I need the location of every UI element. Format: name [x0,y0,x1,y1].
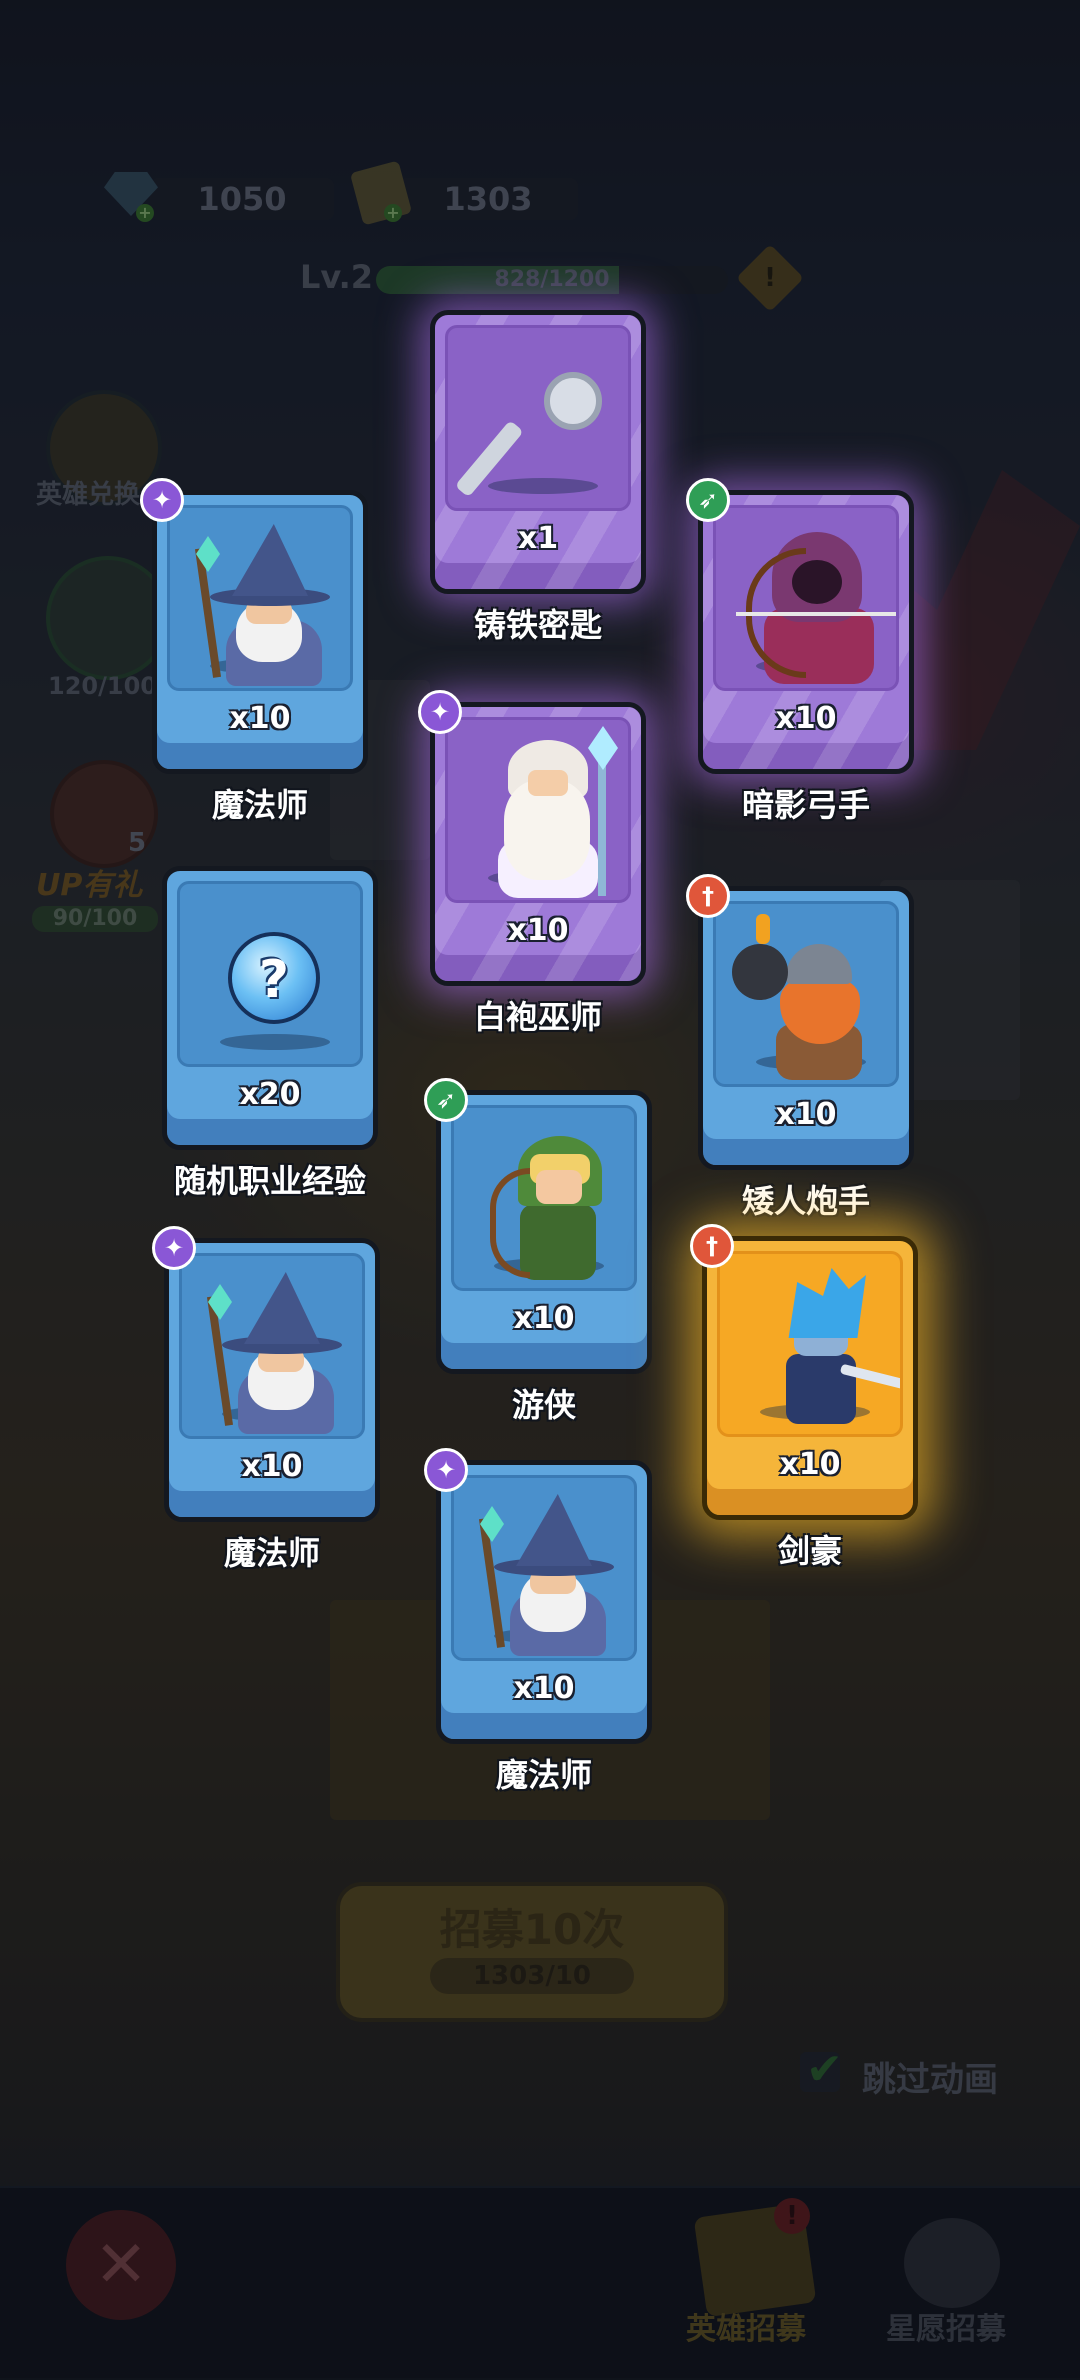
dwarf-gunner-portrait [713,901,899,1087]
wizard-portrait [179,1253,365,1439]
swordmaster-portrait [717,1251,903,1437]
shadow-archer-portrait [713,505,899,691]
mage-staff-icon: ✦ [152,1226,196,1270]
card-frame: x10 [430,702,646,986]
reward-name: 游侠 [511,1386,576,1424]
card-frame: x10 [702,1236,918,1520]
reward-quantity: x10 [779,1447,841,1482]
reward-name: 铸铁密匙 [473,606,602,644]
mage-staff-icon: ✦ [140,478,184,522]
reward-name: 魔法师 [495,1756,592,1794]
reward-quantity: x10 [241,1449,303,1484]
reward-name: 魔法师 [211,786,308,824]
card-frame: x10 [698,490,914,774]
mage-staff-icon: ✦ [424,1448,468,1492]
reward-name: 剑豪 [777,1532,842,1570]
card-frame: x10 [436,1090,652,1374]
reward-quantity: x20 [239,1077,301,1112]
ranger-bow-icon: ➶ [424,1078,468,1122]
card-frame: x1 [430,310,646,594]
warrior-sword-icon: † [690,1224,734,1268]
reward-quantity: x10 [775,701,837,736]
mystery-orb-icon: ? [177,881,363,1067]
warrior-sword-icon: † [686,874,730,918]
reward-quantity: x1 [517,521,559,556]
reward-quantity: x10 [229,701,291,736]
reward-quantity: x10 [507,913,569,948]
reward-name: 暗影弓手 [741,786,870,824]
white-robe-wizard-portrait [445,717,631,903]
card-frame: x10 [152,490,368,774]
wizard-portrait [167,505,353,691]
reward-quantity: x10 [513,1671,575,1706]
ranger-bow-icon: ➶ [686,478,730,522]
reward-quantity: x10 [513,1301,575,1336]
iron-key-icon [445,325,631,511]
ranger-portrait [451,1105,637,1291]
reward-name: 矮人炮手 [741,1182,870,1220]
card-frame: x10 [698,886,914,1170]
mage-staff-icon: ✦ [418,690,462,734]
card-frame: x10 [436,1460,652,1744]
wizard-portrait [451,1475,637,1661]
reward-name: 白袍巫师 [473,998,602,1036]
reward-name: 魔法师 [223,1534,320,1572]
card-frame: x10 [164,1238,380,1522]
card-frame: ? x20 [162,866,378,1150]
reward-quantity: x10 [775,1097,837,1132]
reward-name: 随机职业经验 [173,1162,366,1200]
